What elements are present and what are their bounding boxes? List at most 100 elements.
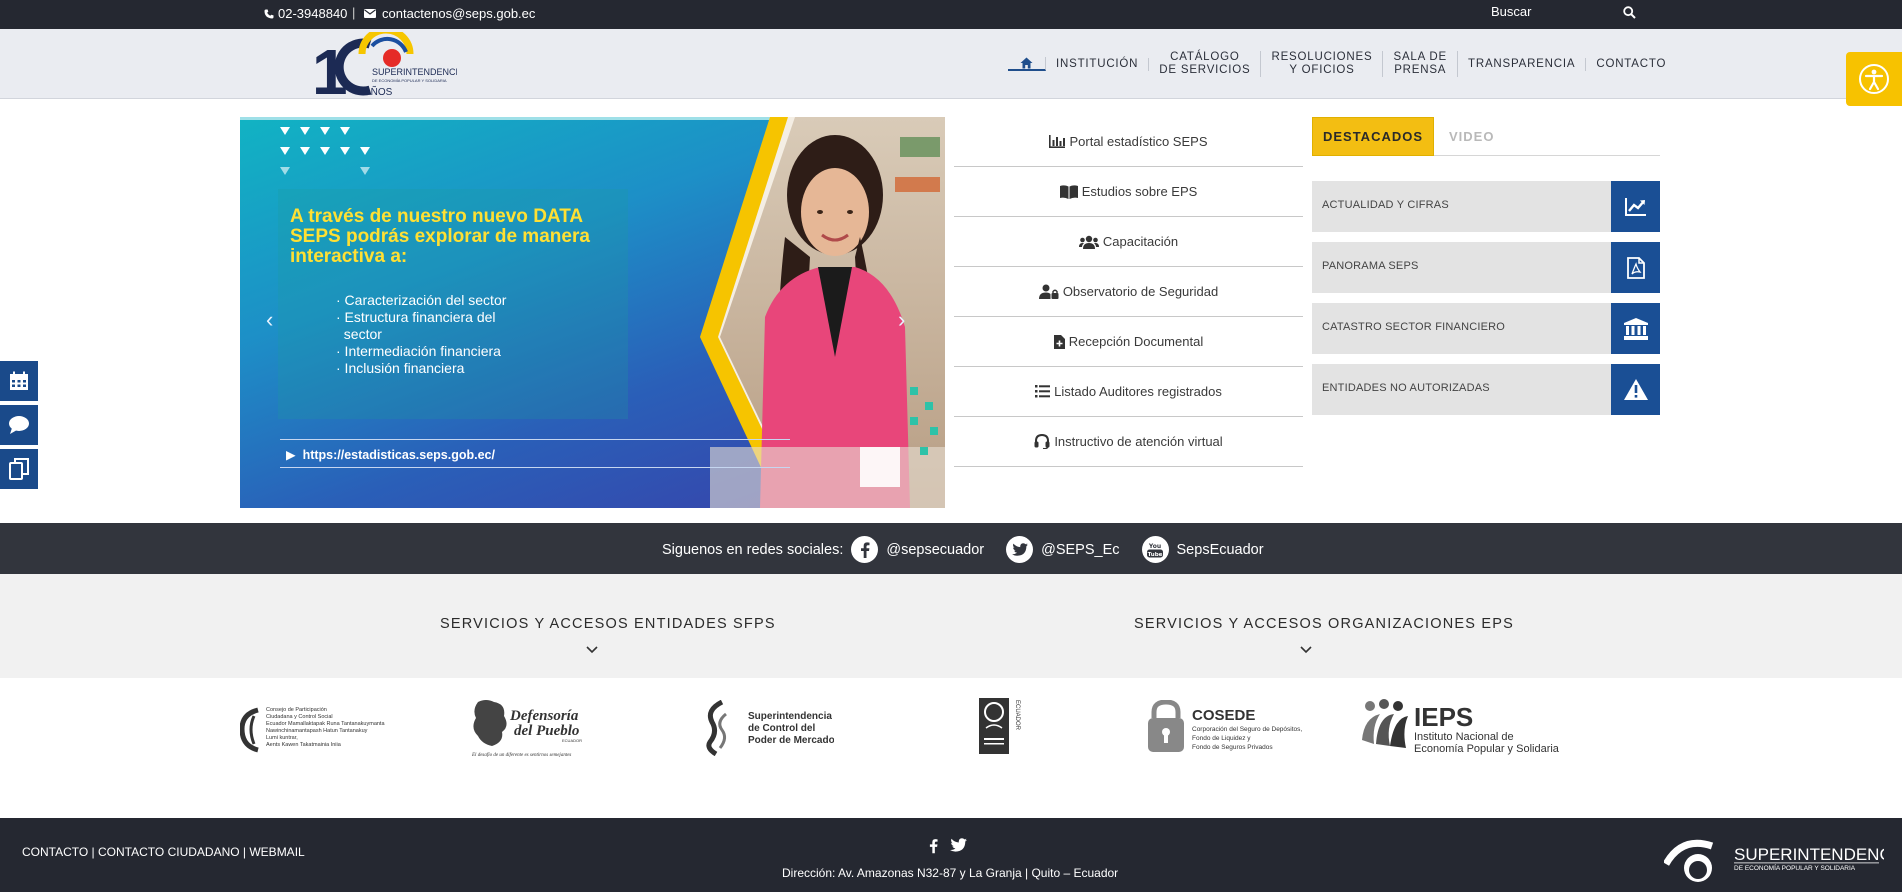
hero-carousel[interactable]: A través de nuestro nuevo DATA SEPS podr… <box>240 117 945 508</box>
footer: CONTACTO | CONTACTO CIUDADANO | WEBMAIL … <box>0 818 1902 892</box>
logo-years: AÑOS <box>364 85 393 98</box>
facebook-handle[interactable]: @sepsecuador <box>886 542 984 558</box>
footer-address: Dirección: Av. Amazonas N32-87 y La Gran… <box>782 866 1119 880</box>
destacado-label: CATASTRO SECTOR FINANCIERO <box>1322 321 1506 333</box>
facebook-icon[interactable] <box>851 536 879 563</box>
copy-icon <box>9 458 29 480</box>
carousel-next-arrow[interactable]: › <box>898 307 905 333</box>
carousel-list-item: sector <box>336 326 382 342</box>
cpccs-line: Ecuador Mamallaktapak Runa Tantanakuyman… <box>266 721 385 727</box>
logo-subtext: DE ECONOMÍA POPULAR Y SOLIDARIA <box>372 78 447 83</box>
carousel-url[interactable]: ▶ https://estadisticas.seps.gob.ec/ <box>286 447 495 462</box>
carousel-prev-arrow[interactable]: ‹ <box>266 307 273 333</box>
ieps-line: Instituto Nacional de <box>1414 731 1514 743</box>
file-plus-icon <box>1053 334 1065 349</box>
contraloria-text: ECUADOR <box>1014 700 1020 731</box>
destacado-panorama[interactable]: PANORAMA SEPS <box>1312 242 1660 293</box>
main-nav: INSTITUCIÓN CATÁLOGO DE SERVICIOS RESOLUC… <box>1008 29 1676 99</box>
facebook-icon[interactable] <box>929 838 938 854</box>
nav-label: CATÁLOGO <box>1170 51 1240 63</box>
ieps-logo[interactable]: IEPS Instituto Nacional de Economía Popu… <box>1360 696 1580 756</box>
carousel-divider <box>280 439 790 440</box>
quicklink-portal-estadistico[interactable]: Portal estadístico SEPS <box>954 117 1303 167</box>
quicklink-observatorio[interactable]: Observatorio de Seguridad <box>954 267 1303 317</box>
nav-label: Y OFICIOS <box>1289 64 1355 76</box>
phone-contact[interactable]: 02-3948840 <box>264 6 347 21</box>
nav-label: PRENSA <box>1394 64 1447 76</box>
chart-line-icon <box>1611 181 1660 232</box>
email-contact[interactable]: contactenos@seps.gob.ec <box>364 6 535 21</box>
envelope-icon <box>364 9 376 18</box>
quicklink-capacitacion[interactable]: Capacitación <box>954 217 1303 267</box>
cpccs-logo[interactable]: Consejo de Participación Ciudadana y Con… <box>240 704 400 760</box>
nav-institucion[interactable]: INSTITUCIÓN <box>1046 57 1150 71</box>
seps-10-years-logo[interactable]: 1 SUPERINTENDENCIA DE ECONOMÍA POPULAR Y… <box>312 32 457 98</box>
nav-transparencia[interactable]: TRANSPARENCIA <box>1458 57 1587 71</box>
services-eps-title[interactable]: SERVICIOS Y ACCESOS ORGANIZACIONES EPS <box>1134 616 1514 632</box>
search-icon[interactable] <box>1623 6 1636 19</box>
chevron-down-icon[interactable] <box>586 646 598 654</box>
nav-home[interactable] <box>1008 57 1046 71</box>
chevron-down-icon[interactable] <box>1300 646 1312 654</box>
defensoria-logo[interactable]: Defensoría del Pueblo ECUADOR El desafío… <box>470 698 590 760</box>
list-icon <box>1035 385 1051 398</box>
carousel-headline: A través de nuestro nuevo DATA SEPS podr… <box>290 206 590 267</box>
nav-label: INSTITUCIÓN <box>1056 57 1139 70</box>
quicklink-label: Listado Auditores registrados <box>1054 384 1222 399</box>
destacado-entidades[interactable]: ENTIDADES NO AUTORIZADAS <box>1312 364 1660 415</box>
footer-links[interactable]: CONTACTO | CONTACTO CIUDADANO | WEBMAIL <box>22 845 305 859</box>
carousel-list-item: · Estructura financiera del <box>336 309 496 325</box>
carousel-url-text: https://estadisticas.seps.gob.ec/ <box>302 448 495 462</box>
tab-video[interactable]: VIDEO <box>1449 129 1494 144</box>
quicklink-label: Portal estadístico SEPS <box>1069 134 1208 149</box>
cosede-logo[interactable]: COSEDE Corporación del Seguro de Depósit… <box>1146 700 1326 756</box>
services-sfps-title[interactable]: SERVICIOS Y ACCESOS ENTIDADES SFPS <box>440 616 776 632</box>
scpm-line: Poder de Mercado <box>748 735 834 746</box>
quicklink-instructivo[interactable]: Instructivo de atención virtual <box>954 417 1303 467</box>
quicklink-auditores[interactable]: Listado Auditores registrados <box>954 367 1303 417</box>
cosede-line: Fondo de Liquidez y <box>1192 735 1251 742</box>
logo-text: SUPERINTENDENCIA <box>372 67 457 77</box>
nav-contacto[interactable]: CONTACTO <box>1586 58 1676 71</box>
footer-logo-subtext: DE ECONOMÍA POPULAR Y SOLIDARIA <box>1734 863 1856 872</box>
scpm-logo[interactable]: Superintendencia de Control del Poder de… <box>704 700 834 756</box>
main-header: 1 SUPERINTENDENCIA DE ECONOMÍA POPULAR Y… <box>0 29 1902 99</box>
nav-label: CONTACTO <box>1596 57 1667 70</box>
nav-label: DE SERVICIOS <box>1159 64 1251 76</box>
twitter-icon[interactable] <box>950 838 967 852</box>
calendar-side-button[interactable] <box>0 361 38 401</box>
services-section: SERVICIOS Y ACCESOS ENTIDADES SFPS SERVI… <box>0 574 1902 678</box>
play-arrow-icon: ▶ <box>286 448 303 462</box>
search-input[interactable]: Buscar <box>1491 4 1531 19</box>
footer-social <box>929 838 967 854</box>
nav-sala-prensa[interactable]: SALA DE PRENSA <box>1383 51 1459 77</box>
cosede-line: Corporación del Seguro de Depósitos, <box>1192 726 1302 733</box>
destacado-catastro[interactable]: CATASTRO SECTOR FINANCIERO <box>1312 303 1660 354</box>
destacado-label: PANORAMA SEPS <box>1322 260 1419 272</box>
nav-catalogo[interactable]: CATÁLOGO DE SERVICIOS <box>1149 51 1262 77</box>
destacado-actualidad[interactable]: ACTUALIDAD Y CIFRAS <box>1312 181 1660 232</box>
bar-chart-icon <box>1049 135 1066 148</box>
carousel-list-item: · Intermediación financiera <box>336 343 501 359</box>
quicklink-estudios[interactable]: Estudios sobre EPS <box>954 167 1303 217</box>
chat-side-button[interactable] <box>0 405 38 445</box>
footer-logo-text: SUPERINTENDENCIA <box>1734 845 1884 864</box>
documents-side-button[interactable] <box>0 449 38 489</box>
quicklink-recepcion[interactable]: Recepción Documental <box>954 317 1303 367</box>
defensoria-name: Defensoría <box>509 708 579 724</box>
youtube-icon[interactable]: You Tube <box>1141 536 1169 563</box>
accessibility-button[interactable] <box>1846 52 1902 106</box>
ieps-title: IEPS <box>1414 702 1473 732</box>
twitter-icon[interactable] <box>1006 536 1034 563</box>
youtube-handle[interactable]: SepsEcuador <box>1177 542 1264 558</box>
twitter-handle[interactable]: @SEPS_Ec <box>1041 542 1119 558</box>
cosede-line: Fondo de Seguros Privados <box>1192 744 1273 751</box>
footer-seps-logo[interactable]: SUPERINTENDENCIA DE ECONOMÍA POPULAR Y S… <box>1664 832 1884 884</box>
nav-label: TRANSPARENCIA <box>1468 57 1576 70</box>
phone-icon <box>264 9 274 18</box>
top-bar: 02-3948840 | contactenos@seps.gob.ec Bus… <box>0 0 1902 29</box>
user-lock-icon <box>1038 284 1059 299</box>
contraloria-logo[interactable]: ECUADOR <box>978 696 1024 756</box>
tab-destacados[interactable]: DESTACADOS <box>1312 117 1434 156</box>
nav-resoluciones[interactable]: RESOLUCIONES Y OFICIOS <box>1261 51 1384 77</box>
